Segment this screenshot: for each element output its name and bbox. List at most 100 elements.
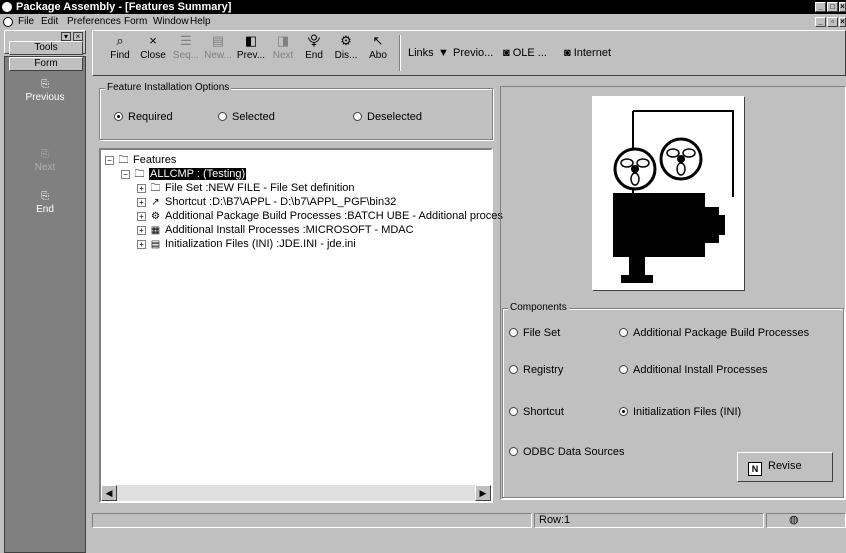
internet-link[interactable]: ◙ Internet	[564, 47, 611, 59]
left-next-button[interactable]: ⎘ Next	[5, 150, 85, 174]
menu-bar: File Edit Preferences Form Window Help _…	[0, 14, 846, 30]
expand-icon[interactable]: +	[137, 226, 146, 235]
document-icon[interactable]	[3, 17, 13, 27]
globe-icon: ◍	[789, 514, 799, 526]
menu-edit[interactable]: Edit	[41, 14, 58, 30]
ole-link[interactable]: ◙ OLE ...	[503, 47, 547, 59]
links-dropdown-icon[interactable]: ▼	[438, 47, 449, 59]
radio-dot	[509, 328, 518, 337]
previous-icon: ⎘	[41, 79, 49, 90]
features-tree[interactable]: − 🗀 Features − 🗀 ALLCMP : (Testing) + 🗀 File S…	[99, 148, 503, 503]
pane-close-icon[interactable]: ×	[73, 32, 83, 41]
previo-link[interactable]: Previo...	[453, 47, 493, 59]
menu-form[interactable]: Form	[124, 14, 147, 30]
display-button[interactable]: ⚙ Dis...	[331, 33, 361, 73]
tree-item-label: File Set :NEW FILE - File Set definition	[165, 182, 355, 194]
internet-label: Internet	[573, 47, 612, 59]
left-end-button[interactable]: ⎘ End	[5, 192, 85, 216]
new-icon: ▤	[211, 33, 225, 48]
deselected-radio[interactable]: Deselected	[353, 111, 422, 123]
maximize-button[interactable]: □	[827, 2, 838, 12]
menu-help[interactable]: Help	[190, 14, 211, 30]
tree-root[interactable]: − 🗀 Features	[105, 154, 176, 167]
tree-item-build-processes[interactable]: + ⚙ Additional Package Build Processes :BA…	[137, 210, 503, 223]
pane-dropdown-icon[interactable]: ▾	[61, 32, 71, 41]
left-previous-button[interactable]: ⎘ Previous	[5, 79, 85, 104]
revise-label: Revise	[768, 460, 802, 472]
menu-window[interactable]: Window	[153, 14, 189, 30]
build-processes-radio[interactable]: Additional Package Build Processes	[619, 327, 809, 339]
tree-package-label: ALLCMP : (Testing)	[149, 168, 247, 180]
tree-package[interactable]: − 🗀 ALLCMP : (Testing)	[121, 168, 247, 181]
close-button[interactable]: × Close	[137, 33, 169, 73]
tree-item-install-processes[interactable]: + ▦ Additional Install Processes :MICROSOF…	[137, 224, 414, 237]
tree-item-label: Initialization Files (INI) :JDE.INI - jd…	[165, 238, 356, 250]
expand-icon[interactable]: +	[137, 212, 146, 221]
ini-files-radio[interactable]: Initialization Files (INI)	[619, 406, 741, 418]
form-label[interactable]: Form	[9, 57, 83, 71]
ole-icon: ◙	[503, 47, 513, 59]
required-radio[interactable]: Required	[114, 111, 173, 123]
minimize-button[interactable]: _	[815, 2, 826, 12]
expand-icon[interactable]: +	[137, 184, 146, 193]
status-message	[92, 513, 532, 528]
ini-file-icon: ▤	[150, 239, 161, 250]
shortcut-radio[interactable]: Shortcut	[509, 406, 564, 418]
tree-item-file-set[interactable]: + 🗀 File Set :NEW FILE - File Set definiti…	[137, 182, 355, 195]
close-icon: ×	[149, 33, 157, 48]
scroll-right-icon[interactable]: ▶	[475, 485, 491, 501]
odbc-radio[interactable]: ODBC Data Sources	[509, 446, 624, 458]
form-pane: Form ⎘ Previous ⎘ Next ⎘ End	[4, 56, 86, 553]
status-row: Row:1	[534, 513, 764, 528]
tree-item-label: Additional Install Processes :MICROSOFT …	[165, 224, 414, 236]
links-menu[interactable]: Links	[408, 47, 434, 59]
tree-hscrollbar[interactable]: ◀ ▶	[101, 485, 491, 501]
doc-close-button[interactable]: ×	[839, 17, 846, 27]
doc-minimize-button[interactable]: _	[815, 17, 826, 27]
expand-icon[interactable]: +	[137, 240, 146, 249]
radio-dot	[619, 407, 628, 416]
new-button[interactable]: ▤ New...	[203, 33, 233, 73]
install-processes-radio[interactable]: Additional Install Processes	[619, 364, 768, 376]
doc-restore-button[interactable]: ▫	[827, 17, 838, 27]
next-button[interactable]: ◨ Next	[269, 33, 297, 73]
status-globe: ◍	[766, 513, 846, 528]
file-set-radio[interactable]: File Set	[509, 327, 560, 339]
radio-dot	[509, 365, 518, 374]
about-button[interactable]: ↖ Abo	[363, 33, 393, 73]
collapse-icon[interactable]: −	[105, 156, 114, 165]
prev-button[interactable]: ◧ Prev...	[235, 33, 267, 73]
tree-item-shortcut[interactable]: + ↗ Shortcut :D:\B7\APPL - D:\b7\APPL_PGF\…	[137, 196, 396, 209]
required-label: Required	[128, 111, 173, 123]
expand-icon[interactable]: +	[137, 198, 146, 207]
install-processes-label: Additional Install Processes	[633, 364, 768, 376]
window-title: Package Assembly - [Features Summary]	[16, 1, 232, 13]
projector-image	[592, 96, 744, 290]
tree-item-ini-files[interactable]: + ▤ Initialization Files (INI) :JDE.INI - …	[137, 238, 356, 251]
registry-radio[interactable]: Registry	[509, 364, 563, 376]
radio-dot	[619, 365, 628, 374]
left-pane: ▾ × Tools Form ⎘ Previous ⎘ Next ⎘ End	[0, 30, 90, 553]
sequence-icon: ☰	[180, 33, 192, 48]
scroll-left-icon[interactable]: ◀	[101, 485, 117, 501]
status-bar: Row:1 ◍	[92, 511, 846, 529]
projector-icon	[593, 97, 743, 289]
tools-label[interactable]: Tools	[9, 41, 83, 55]
selected-radio[interactable]: Selected	[218, 111, 275, 123]
feature-options-group: Feature Installation Options Required Se…	[99, 82, 493, 140]
end-button[interactable]: ⯓ End	[299, 33, 329, 73]
toolbar-separator	[399, 35, 401, 71]
shortcut-icon: ↗	[151, 197, 160, 208]
about-icon: ↖	[372, 33, 384, 48]
revise-button[interactable]: N Revise	[737, 452, 833, 482]
find-button[interactable]: ⌕ Find	[105, 33, 135, 73]
radio-dot	[619, 328, 628, 337]
menu-preferences[interactable]: Preferences	[67, 14, 121, 30]
menu-file[interactable]: File	[18, 14, 34, 30]
shortcut-label: Shortcut	[523, 406, 564, 418]
display-icon: ⚙	[340, 33, 352, 48]
close-window-button[interactable]: ×	[839, 2, 846, 12]
tree-root-label: Features	[133, 154, 177, 166]
collapse-icon[interactable]: −	[121, 170, 130, 179]
seq-button[interactable]: ☰ Seq...	[171, 33, 201, 73]
